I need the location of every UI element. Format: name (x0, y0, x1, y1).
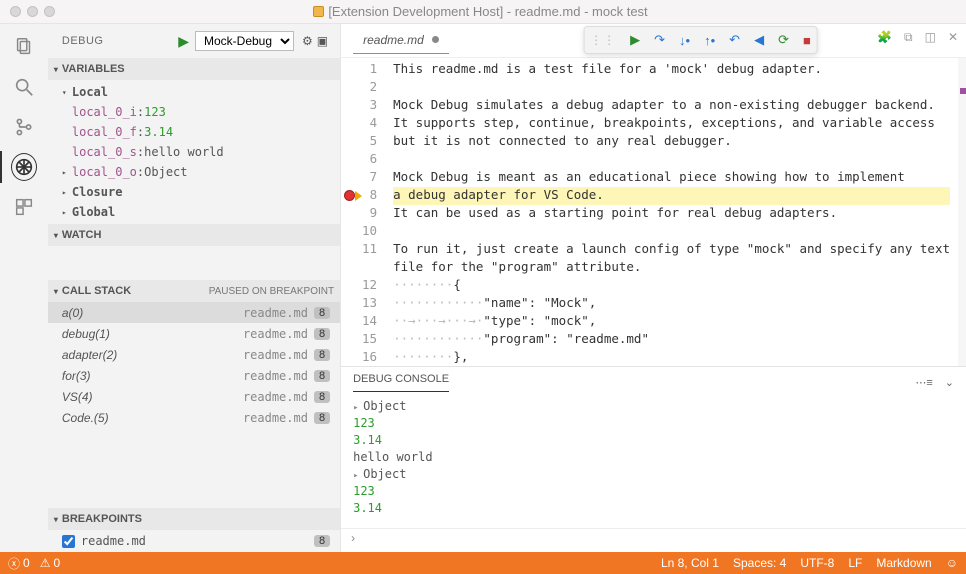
stack-frame[interactable]: VS(4)readme.md8 (48, 386, 340, 407)
dirty-indicator-icon (432, 36, 439, 43)
gear-icon[interactable]: ⚙ (300, 32, 315, 50)
step-back-icon[interactable]: ↶ (729, 32, 740, 48)
diff-icon[interactable]: ⧉ (904, 30, 913, 45)
variable-row[interactable]: local_0_f: 3.14 (48, 122, 340, 142)
editor-tabs: readme.md ⋮⋮ ▶ ↷ ↓• ↑• ↶ ◀ ⟳ ■ 🧩 ⧉ ◫ ✕ (341, 24, 966, 58)
text-editor[interactable]: 12345678910111213141516 This readme.md i… (341, 58, 966, 366)
app-icon (313, 6, 324, 17)
close-window-icon[interactable] (10, 6, 21, 17)
scope-local[interactable]: ▾Local (48, 82, 340, 102)
restart-icon[interactable]: ⟳ (778, 32, 789, 48)
activity-bar (0, 24, 48, 552)
step-over-icon[interactable]: ↷ (654, 32, 665, 48)
debug-toolbar[interactable]: ⋮⋮ ▶ ↷ ↓• ↑• ↶ ◀ ⟳ ■ (583, 26, 818, 54)
search-icon[interactable] (11, 74, 37, 100)
close-editor-icon[interactable]: ✕ (948, 30, 958, 45)
ruler-mark-icon (960, 88, 966, 94)
breakpoints-body: readme.md8 (48, 530, 340, 552)
panel-chevron-icon[interactable]: ⌄ (945, 376, 954, 389)
feedback-icon[interactable]: ☺ (946, 556, 958, 570)
variables-tree: ▾Local local_0_i: 123local_0_f: 3.14loca… (48, 80, 340, 224)
console-entry[interactable]: 123 (353, 484, 954, 501)
stack-frame[interactable]: a(0)readme.md8 (48, 302, 340, 323)
titlebar: [Extension Development Host] - readme.md… (0, 0, 966, 24)
scope-closure[interactable]: ▸Closure (48, 182, 340, 202)
launch-config-select[interactable]: Mock-Debug (195, 31, 294, 51)
extensions-icon[interactable] (11, 194, 37, 220)
variable-row[interactable]: local_0_s: hello world (48, 142, 340, 162)
watch-body[interactable] (48, 246, 340, 280)
step-out-icon[interactable]: ↑• (704, 33, 715, 48)
step-into-icon[interactable]: ↓• (679, 33, 690, 48)
panel-tab-debug-console[interactable]: DEBUG CONSOLE (353, 373, 449, 392)
variable-row[interactable]: ▸local_0_o: Object (48, 162, 340, 182)
callstack-body: a(0)readme.md8debug(1)readme.md8adapter(… (48, 302, 340, 428)
editor-group: readme.md ⋮⋮ ▶ ↷ ↓• ↑• ↶ ◀ ⟳ ■ 🧩 ⧉ ◫ ✕ 1… (341, 24, 966, 552)
variables-header[interactable]: ▾Variables (48, 58, 340, 80)
start-debug-icon[interactable]: ▶ (178, 33, 189, 50)
status-eol[interactable]: LF (848, 556, 862, 570)
explorer-icon[interactable] (11, 34, 37, 60)
console-entry[interactable]: 3.14 (353, 433, 954, 450)
overview-ruler[interactable] (958, 58, 966, 366)
breakpoint-row[interactable]: readme.md8 (48, 530, 340, 552)
debug-sidebar: DEBUG ▶ Mock-Debug ⚙ ▣ ▾Variables ▾Local… (48, 24, 341, 552)
status-indent[interactable]: Spaces: 4 (733, 556, 786, 570)
stack-frame[interactable]: Code.(5)readme.md8 (48, 407, 340, 428)
window-controls (0, 6, 55, 17)
debug-console-input[interactable]: › (341, 528, 966, 552)
breakpoints-header[interactable]: ▾Breakpoints (48, 508, 340, 530)
status-bar: ⓧ 0 ⚠ 0 Ln 8, Col 1 Spaces: 4 UTF-8 LF M… (0, 552, 966, 574)
debug-label: DEBUG (62, 35, 104, 47)
watch-header[interactable]: ▾Watch (48, 224, 340, 246)
status-lncol[interactable]: Ln 8, Col 1 (661, 556, 719, 570)
line-gutter[interactable]: 12345678910111213141516 (341, 58, 385, 366)
debug-header: DEBUG ▶ Mock-Debug ⚙ ▣ (48, 24, 340, 58)
continue-icon[interactable]: ▶ (630, 32, 640, 48)
stop-icon[interactable]: ■ (803, 33, 811, 48)
callstack-header[interactable]: ▾Call StackPAUSED ON BREAKPOINT (48, 280, 340, 302)
split-editor-icon[interactable]: ◫ (925, 30, 936, 45)
status-warnings[interactable]: ⚠ 0 (40, 556, 60, 570)
window-title: [Extension Development Host] - readme.md… (55, 4, 906, 19)
toggle-console-icon[interactable]: ▣ (315, 32, 330, 50)
console-entry[interactable]: 123 (353, 416, 954, 433)
drag-handle-icon[interactable]: ⋮⋮ (590, 33, 616, 47)
filter-icon[interactable]: ⋯≡ (915, 376, 932, 389)
debug-icon[interactable] (11, 154, 37, 180)
console-entry[interactable]: 3.14 (353, 501, 954, 518)
tab-readme[interactable]: readme.md (353, 27, 449, 54)
execution-pointer-icon (355, 191, 362, 201)
debug-console-panel: DEBUG CONSOLE ⋯≡ ⌄ ▸Object1233.14hello w… (341, 366, 966, 552)
status-language[interactable]: Markdown (876, 556, 931, 570)
console-entry[interactable]: ▸Object (353, 467, 954, 484)
stack-frame[interactable]: adapter(2)readme.md8 (48, 344, 340, 365)
status-encoding[interactable]: UTF-8 (800, 556, 834, 570)
debug-console-body[interactable]: ▸Object1233.14hello world▸Object1233.14 (341, 397, 966, 528)
stack-frame[interactable]: for(3)readme.md8 (48, 365, 340, 386)
stack-frame[interactable]: debug(1)readme.md8 (48, 323, 340, 344)
panel-header: DEBUG CONSOLE ⋯≡ ⌄ (341, 367, 966, 397)
zoom-window-icon[interactable] (44, 6, 55, 17)
editor-action-icons: 🧩 ⧉ ◫ ✕ (877, 30, 958, 45)
console-entry[interactable]: ▸Object (353, 399, 954, 416)
source-control-icon[interactable] (11, 114, 37, 140)
code-area[interactable]: This readme.md is a test file for a 'moc… (385, 58, 958, 366)
minimize-window-icon[interactable] (27, 6, 38, 17)
scope-global[interactable]: ▸Global (48, 202, 340, 222)
variable-row[interactable]: local_0_i: 123 (48, 102, 340, 122)
console-entry[interactable]: hello world (353, 450, 954, 467)
breakpoint-checkbox[interactable] (62, 535, 75, 548)
status-errors[interactable]: ⓧ 0 (8, 555, 30, 572)
breakpoints-glyph-icon[interactable]: 🧩 (877, 30, 892, 45)
callstack-status: PAUSED ON BREAKPOINT (209, 286, 334, 297)
reverse-icon[interactable]: ◀ (754, 32, 764, 48)
